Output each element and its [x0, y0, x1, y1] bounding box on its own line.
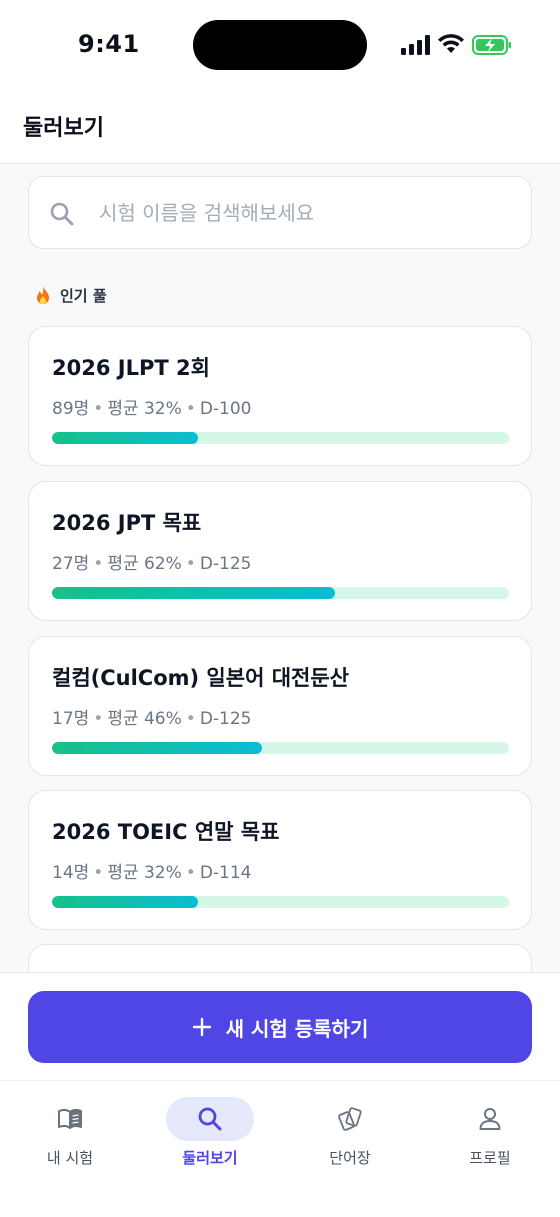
meta-separator: • — [185, 399, 196, 419]
d-day: D-125 — [199, 709, 252, 729]
member-count: 27명 — [52, 554, 90, 574]
search-input[interactable] — [99, 195, 509, 231]
meta-separator: • — [93, 709, 104, 729]
average-score: 평균 46% — [107, 709, 182, 729]
member-count: 89명 — [52, 399, 90, 419]
status-time: 9:41 — [78, 30, 140, 58]
member-count: 17명 — [52, 709, 90, 729]
meta-separator: • — [185, 709, 196, 729]
exam-card[interactable]: 2026 JPT 목표 27명 • 평균 62% • D-125 — [28, 481, 532, 621]
exam-title: 2026 TOEIC 연말 목표 — [52, 820, 280, 844]
register-exam-label: 새 시험 등록하기 — [225, 1016, 369, 1041]
search-icon — [198, 1107, 222, 1131]
section-header-popular: 인기 풀 — [34, 285, 107, 306]
d-day: D-114 — [199, 863, 252, 883]
tab-label: 프로필 — [469, 1149, 511, 1167]
tab-vocabulary[interactable]: 단어장 — [290, 1089, 410, 1169]
cards-icon — [338, 1107, 362, 1131]
tab-my-exams[interactable]: 내 시험 — [10, 1089, 130, 1169]
d-day: D-100 — [199, 399, 252, 419]
tab-icon-container — [446, 1097, 534, 1141]
meta-separator: • — [185, 554, 196, 574]
exam-card[interactable]: 2026 JLPT 2회 89명 • 평균 32% • D-100 — [28, 326, 532, 466]
meta-separator: • — [93, 863, 104, 883]
progress-bar — [52, 742, 509, 754]
tab-profile[interactable]: 프로필 — [430, 1089, 550, 1169]
progress-fill — [52, 587, 336, 599]
exam-title: 컬컴(CulCom) 일본어 대전둔산 — [52, 666, 349, 690]
progress-fill — [52, 896, 199, 908]
dynamic-island — [193, 20, 367, 70]
average-score: 평균 32% — [107, 863, 182, 883]
app-header: 둘러보기 — [0, 92, 560, 164]
battery-charging-icon — [472, 35, 511, 55]
meta-separator: • — [93, 399, 104, 419]
progress-bar — [52, 432, 509, 444]
book-icon — [58, 1108, 82, 1129]
tab-icon-container-active — [166, 1097, 254, 1141]
search-icon — [50, 202, 74, 226]
progress-bar — [52, 896, 509, 908]
exam-card[interactable]: 2026 TOEIC 연말 목표 14명 • 평균 32% • D-114 — [28, 790, 532, 930]
person-icon — [479, 1108, 501, 1130]
member-count: 14명 — [52, 863, 90, 883]
section-title: 인기 풀 — [60, 287, 107, 305]
search-box[interactable] — [28, 176, 532, 249]
bottom-tab-bar: 내 시험 둘러보기 단어장 프로필 — [0, 1080, 560, 1217]
meta-separator: • — [93, 554, 104, 574]
average-score: 평균 62% — [107, 554, 182, 574]
cellular-signal-icon — [401, 35, 430, 55]
meta-separator: • — [185, 863, 196, 883]
tab-label: 단어장 — [329, 1149, 371, 1167]
exam-title: 2026 JLPT 2회 — [52, 356, 210, 380]
fire-icon — [37, 285, 49, 304]
tab-icon-container — [26, 1097, 114, 1141]
average-score: 평균 32% — [107, 399, 182, 419]
exam-meta: 14명 • 평균 32% • D-114 — [52, 858, 252, 883]
exam-card[interactable]: 컬컴(CulCom) 일본어 대전둔산 17명 • 평균 46% • D-125 — [28, 636, 532, 776]
d-day: D-125 — [199, 554, 252, 574]
status-bar: 9:41 — [0, 0, 560, 92]
progress-bar — [52, 587, 509, 599]
tab-label: 내 시험 — [46, 1149, 94, 1167]
plus-icon — [192, 1017, 211, 1037]
tab-icon-container — [306, 1097, 394, 1141]
wifi-icon — [438, 34, 464, 53]
exam-title: 2026 JPT 목표 — [52, 511, 202, 535]
progress-fill — [52, 742, 263, 754]
page-title: 둘러보기 — [23, 116, 104, 141]
tab-explore[interactable]: 둘러보기 — [150, 1089, 270, 1169]
register-exam-button[interactable]: 새 시험 등록하기 — [28, 991, 532, 1063]
exam-meta: 89명 • 평균 32% • D-100 — [52, 394, 252, 419]
progress-fill — [52, 432, 199, 444]
exam-meta: 17명 • 평균 46% • D-125 — [52, 704, 252, 729]
exam-meta: 27명 • 평균 62% • D-125 — [52, 549, 252, 574]
tab-label: 둘러보기 — [182, 1149, 238, 1167]
